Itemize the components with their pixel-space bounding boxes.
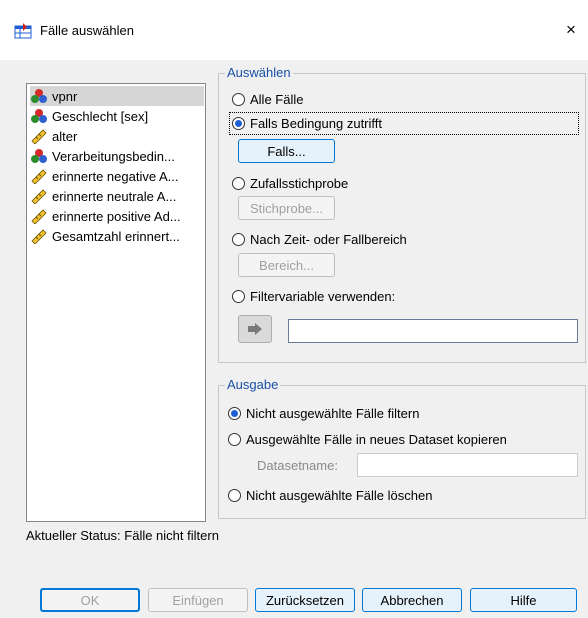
scale-variable-icon (31, 229, 47, 244)
ok-button[interactable]: OK (40, 588, 140, 612)
paste-button[interactable]: Einfügen (148, 588, 248, 612)
nominal-variable-icon (31, 89, 47, 103)
radio-button[interactable] (228, 433, 241, 446)
scale-variable-icon (31, 129, 47, 144)
output-group-legend: Ausgabe (225, 377, 281, 392)
reset-button[interactable]: Zurücksetzen (255, 588, 355, 612)
filter-variable-field[interactable] (288, 319, 578, 343)
radio-filter-variable[interactable]: Filtervariable verwenden: (232, 289, 395, 304)
variable-label: erinnerte neutrale A... (52, 188, 177, 204)
list-item[interactable]: alter (30, 126, 204, 146)
dataset-name-input[interactable] (357, 453, 578, 477)
select-group-legend: Auswählen (225, 65, 293, 80)
radio-button[interactable] (228, 489, 241, 502)
move-variable-button[interactable] (238, 315, 272, 343)
scale-variable-icon (31, 189, 47, 204)
nominal-variable-icon (31, 149, 47, 163)
radio-time-range[interactable]: Nach Zeit- oder Fallbereich (232, 232, 407, 247)
variable-label: erinnerte positive Ad... (52, 208, 181, 224)
radio-all-cases[interactable]: Alle Fälle (232, 92, 303, 107)
variable-label: vpnr (52, 88, 78, 104)
radio-label: Filtervariable verwenden: (250, 289, 396, 304)
variable-label: Verarbeitungsbedin... (52, 148, 175, 164)
if-button[interactable]: Falls... (238, 139, 335, 163)
list-item[interactable]: Verarbeitungsbedin... (30, 146, 204, 166)
radio-label: Nach Zeit- oder Fallbereich (250, 232, 407, 247)
list-item[interactable]: Geschlecht [sex] (30, 106, 204, 126)
radio-if-condition[interactable]: Falls Bedingung zutrifft (232, 116, 382, 131)
list-item[interactable]: erinnerte negative A... (30, 166, 204, 186)
radio-label: Zufallsstichprobe (250, 176, 349, 191)
range-button[interactable]: Bereich... (238, 253, 335, 277)
nominal-variable-icon (31, 109, 47, 123)
radio-button[interactable] (228, 407, 241, 420)
radio-button[interactable] (232, 177, 245, 190)
radio-delete-unselected[interactable]: Nicht ausgewählte Fälle löschen (228, 488, 432, 503)
cancel-button[interactable]: Abbrechen (362, 588, 462, 612)
radio-button[interactable] (232, 290, 245, 303)
title-bar: Fälle auswählen × (0, 0, 588, 60)
radio-label: Nicht ausgewählte Fälle löschen (246, 488, 433, 503)
list-item[interactable]: erinnerte neutrale A... (30, 186, 204, 206)
radio-button[interactable] (232, 93, 245, 106)
radio-label: Alle Fälle (250, 92, 304, 107)
radio-label: Ausgewählte Fälle in neues Dataset kopie… (246, 432, 507, 447)
list-item[interactable]: Gesamtzahl erinnert... (30, 226, 204, 246)
scale-variable-icon (31, 169, 47, 184)
variable-label: alter (52, 128, 78, 144)
radio-button[interactable] (232, 233, 245, 246)
scale-variable-icon (31, 209, 47, 224)
dataset-name-label: Datasetname: (257, 458, 338, 473)
variable-label: Geschlecht [sex] (52, 108, 149, 124)
radio-copy-dataset[interactable]: Ausgewählte Fälle in neues Dataset kopie… (228, 432, 507, 447)
variable-list[interactable]: vpnr Geschlecht [sex] alter Verarbeitung… (26, 83, 206, 522)
arrow-right-icon (248, 323, 262, 335)
radio-label: Falls Bedingung zutrifft (250, 116, 382, 131)
variable-label: erinnerte negative A... (52, 168, 179, 184)
help-button[interactable]: Hilfe (470, 588, 577, 612)
radio-random-sample[interactable]: Zufallsstichprobe (232, 176, 348, 191)
variable-label: Gesamtzahl erinnert... (52, 228, 180, 244)
window-title: Fälle auswählen (40, 23, 134, 38)
radio-button[interactable] (232, 117, 245, 130)
radio-filter-out[interactable]: Nicht ausgewählte Fälle filtern (228, 406, 419, 421)
list-item[interactable]: erinnerte positive Ad... (30, 206, 204, 226)
radio-label: Nicht ausgewählte Fälle filtern (246, 406, 420, 421)
status-text: Aktueller Status: Fälle nicht filtern (26, 528, 219, 543)
select-cases-icon (14, 23, 32, 39)
sample-button[interactable]: Stichprobe... (238, 196, 335, 220)
list-item[interactable]: vpnr (30, 86, 204, 106)
close-icon[interactable]: × (566, 20, 576, 40)
